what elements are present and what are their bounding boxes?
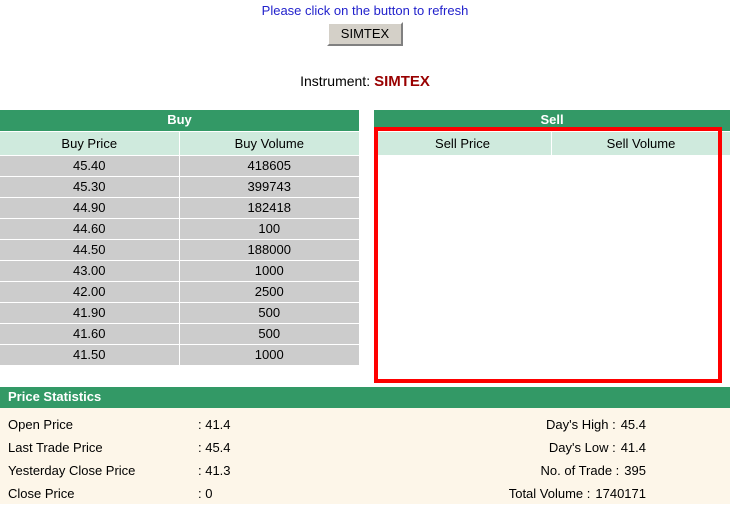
buy-price-column-header: Buy Price [0,132,180,155]
buy-volume-cell: 399743 [179,177,359,197]
stat-row-yesterday-close-price: Yesterday Close Price : 41.3 [8,459,400,482]
days-high-value: 45.4 [620,417,646,432]
days-low-label: Day's Low : [548,440,616,455]
last-trade-price-label: Last Trade Price [8,440,103,455]
price-statistics-right-column: Day's High : 45.4 Day's Low : 41.4 No. o… [400,413,730,501]
table-row[interactable]: 45.40 418605 [0,156,359,176]
table-row[interactable]: 41.90 500 [0,303,359,323]
buy-price-cell: 41.50 [0,345,180,365]
buy-table-body: 45.40 418605 45.30 399743 44.90 182418 4… [0,156,359,365]
order-book: Buy Buy Price Buy Volume 45.40 418605 45… [0,110,730,368]
days-low-value: 41.4 [620,440,646,455]
stat-row-days-high: Day's High : 45.4 [400,413,646,436]
price-statistics-left-column: Open Price : 41.4 Last Trade Price : 45.… [0,413,400,501]
yesterday-close-price-label: Yesterday Close Price [8,463,136,478]
buy-volume-cell: 1000 [179,345,359,365]
buy-volume-cell: 418605 [179,156,359,176]
buy-volume-cell: 188000 [179,240,359,260]
instrument-line: Instrument: SIMTEX [0,73,730,90]
close-price-value: : 0 [198,486,213,501]
total-volume-value: 1740171 [595,486,646,501]
stat-row-no-of-trade: No. of Trade : 395 [400,459,646,482]
close-price-label: Close Price [8,486,75,501]
instrument-label: Instrument: [300,73,371,89]
sell-price-column-header: Sell Price [374,132,552,155]
no-of-trade-label: No. of Trade : [540,463,620,478]
buy-side: Buy Buy Price Buy Volume 45.40 418605 45… [0,110,365,368]
sell-side: Sell Sell Price Sell Volume [365,110,730,368]
price-statistics-title: Price Statistics [0,387,730,408]
table-row[interactable]: 44.90 182418 [0,198,359,218]
buy-price-cell: 42.00 [0,282,180,302]
buy-price-cell: 43.00 [0,261,180,281]
open-price-label: Open Price [8,417,74,432]
total-volume-label: Total Volume : [508,486,591,501]
stat-row-days-low: Day's Low : 41.4 [400,436,646,459]
buy-price-cell: 41.60 [0,324,180,344]
table-row[interactable]: 42.00 2500 [0,282,359,302]
buy-price-cell: 44.60 [0,219,180,239]
stat-row-last-trade-price: Last Trade Price : 45.4 [8,436,400,459]
stat-row-close-price: Close Price : 0 [8,482,400,505]
table-row[interactable]: 41.60 500 [0,324,359,344]
instrument-value: SIMTEX [374,73,430,90]
buy-price-cell: 44.90 [0,198,180,218]
sell-table: Sell Price Sell Volume [374,131,730,156]
sell-volume-column-header: Sell Volume [552,132,730,155]
table-row[interactable]: 41.50 1000 [0,345,359,365]
table-row[interactable]: 45.30 399743 [0,177,359,197]
sell-table-header-row: Sell Price Sell Volume [374,132,730,155]
buy-price-cell: 44.50 [0,240,180,260]
buy-volume-cell: 182418 [179,198,359,218]
stat-row-open-price: Open Price : 41.4 [8,413,400,436]
last-trade-price-value: : 45.4 [198,440,231,455]
buy-price-cell: 45.30 [0,177,180,197]
buy-price-cell: 45.40 [0,156,180,176]
buy-volume-cell: 500 [179,324,359,344]
yesterday-close-price-value: : 41.3 [198,463,231,478]
sell-side-title: Sell [374,110,730,131]
sell-table-empty-area [374,156,730,368]
refresh-button[interactable]: SIMTEX [326,22,404,46]
price-statistics-body: Open Price : 41.4 Last Trade Price : 45.… [0,408,730,504]
buy-volume-cell: 1000 [179,261,359,281]
open-price-value: : 41.4 [198,417,231,432]
buy-volume-column-header: Buy Volume [179,132,359,155]
stat-row-total-volume: Total Volume : 1740171 [400,482,646,505]
buy-volume-cell: 100 [179,219,359,239]
buy-table-header-row: Buy Price Buy Volume [0,132,359,155]
refresh-area: Please click on the button to refresh SI… [0,0,730,46]
buy-volume-cell: 2500 [179,282,359,302]
buy-side-title: Buy [0,110,359,131]
buy-table: Buy Price Buy Volume 45.40 418605 45.30 … [0,131,359,366]
days-high-label: Day's High : [546,417,616,432]
price-statistics-panel: Price Statistics Open Price : 41.4 Last … [0,387,730,504]
buy-volume-cell: 500 [179,303,359,323]
table-row[interactable]: 43.00 1000 [0,261,359,281]
table-row[interactable]: 44.60 100 [0,219,359,239]
buy-price-cell: 41.90 [0,303,180,323]
refresh-instruction-text: Please click on the button to refresh [261,3,469,18]
no-of-trade-value: 395 [624,463,646,478]
table-row[interactable]: 44.50 188000 [0,240,359,260]
